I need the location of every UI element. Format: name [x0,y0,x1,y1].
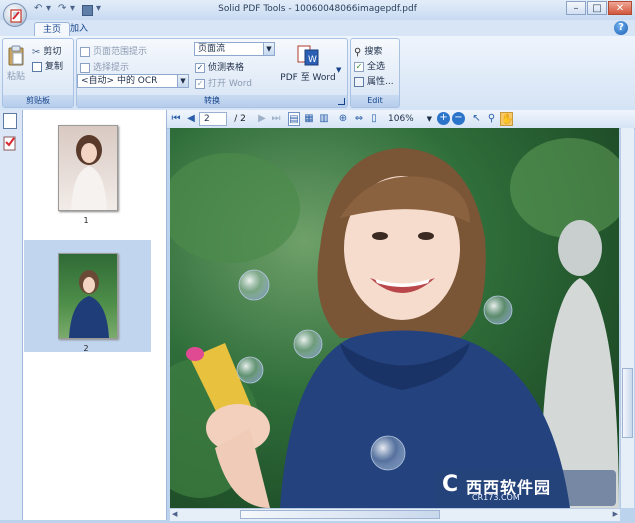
app-menu-button[interactable] [3,3,27,27]
copy-button[interactable]: 复制 [32,59,63,72]
thumbnail-photo [69,270,109,338]
chevron-down-icon: ▼ [263,43,274,55]
checkbox-box [80,46,90,57]
select-all-label: 全选 [367,62,386,72]
single-page-view-icon[interactable]: ▤ [288,112,300,126]
detect-tables-label: 侦测表格 [208,63,245,73]
search-label: 搜索 [364,47,383,57]
selection-checkbox[interactable]: 选择提示 [80,60,129,73]
fit-width-icon[interactable]: ⇔ [352,112,366,126]
watermark-logo-icon: C [442,472,459,497]
page-thumbnail-2[interactable] [58,253,118,339]
help-button[interactable]: ? [614,21,628,35]
watermark: C 西西软件园 CR173.COM [436,470,616,506]
properties-icon [354,76,364,87]
page-total: / 2 [234,114,246,124]
open-word-label: 打开 Word [208,79,252,89]
checkbox-box [80,62,90,73]
search-button[interactable]: ⚲ 搜索 [354,44,383,58]
chevron-down-icon: ▼ [177,75,188,87]
minimize-button[interactable]: – [566,1,586,15]
app-logo-icon [10,9,22,23]
zoom-out-icon[interactable]: − [452,112,465,125]
zoom-select[interactable]: 106% ▼ [383,112,435,126]
scroll-left-icon[interactable]: ◀ [172,510,177,518]
maximize-button[interactable]: □ [587,1,607,15]
properties-button[interactable]: 属性... [354,74,394,87]
window-title: Solid PDF Tools - 10060048066imagepdf.pd… [218,4,417,14]
thumbnail-label-2: 2 [83,344,89,353]
pages-panel-icon[interactable] [3,113,17,129]
checkmark-icon: ✓ [195,62,205,73]
zoom-tool-icon[interactable]: ⚲ [485,112,498,126]
group-label: 转换 [77,95,347,107]
scroll-thumb[interactable] [622,368,633,438]
binoculars-icon: ⚲ [354,46,362,58]
document-page[interactable] [170,128,619,508]
vertical-scrollbar[interactable] [620,128,634,508]
first-page-icon[interactable]: ⏮ [170,112,182,126]
tab-addins[interactable]: 加入 [62,22,96,36]
select-tool-icon[interactable]: ↖ [470,112,483,126]
facing-view-icon[interactable]: ▥ [318,112,330,126]
horizontal-scrollbar[interactable]: ◀ ▶ [170,508,620,521]
properties-label: 属性... [367,77,394,87]
pdf-to-word-dropdown-icon[interactable]: ▼ [336,66,341,74]
copy-icon [32,61,42,72]
select-all-button[interactable]: ✓ 全选 [354,59,385,72]
page-range-label: 页面范围提示 [93,47,148,57]
page-number-input[interactable]: 2 [199,112,227,126]
layout-select-value: 页面流 [198,44,226,54]
paste-label: 粘贴 [6,72,25,82]
ocr-select-value: <自动> 中的 OCR [81,76,158,86]
select-all-icon: ✓ [354,61,364,72]
layout-select[interactable]: 页面流 ▼ [194,42,275,56]
last-page-icon[interactable]: ⏭ [270,112,282,126]
cut-label: 剪切 [43,47,62,57]
watermark-site: CR173.COM [472,493,520,502]
chevron-down-icon: ▼ [426,115,432,123]
scissors-icon: ✂ [32,46,41,58]
ocr-select[interactable]: <自动> 中的 OCR ▼ [77,74,189,88]
selection-label: 选择提示 [93,63,130,73]
pdf-to-word-label: PDF 至 Word [280,73,336,83]
side-tool-strip [0,110,23,520]
svg-text:W: W [308,55,317,65]
actual-size-icon[interactable]: ▯ [368,112,380,126]
group-label: 剪贴板 [3,95,73,107]
continuous-view-icon[interactable]: ▦ [303,112,315,126]
page-photo [170,128,619,508]
next-page-icon[interactable]: ▶ [256,112,268,126]
page-thumbnail-1[interactable] [58,125,118,211]
previous-page-icon[interactable]: ◀ [185,112,197,126]
zoom-in-icon[interactable]: + [437,112,450,125]
detect-tables-checkbox[interactable]: ✓ 侦测表格 [195,60,244,73]
zoom-value: 106% [388,114,414,124]
scroll-thumb[interactable] [240,510,440,519]
fit-page-icon[interactable]: ⊕ [336,112,350,126]
checklist-panel-icon[interactable] [3,135,17,151]
thumbnail-label-1: 1 [83,216,89,225]
group-label: Edit [351,95,399,107]
close-button[interactable]: ✕ [608,1,632,15]
checkmark-icon: ✓ [195,78,205,89]
paste-button[interactable]: 粘贴 [5,44,27,92]
page-range-checkbox[interactable]: 页面范围提示 [80,44,147,57]
hand-tool-icon[interactable]: ✋ [500,112,513,126]
paste-icon [8,45,24,66]
open-word-checkbox[interactable]: ✓ 打开 Word [195,76,252,89]
scroll-right-icon[interactable]: ▶ [613,510,618,518]
thumbnail-photo [71,135,107,210]
pdf-to-word-icon: W [297,45,319,66]
cut-button[interactable]: ✂ 剪切 [32,44,62,58]
dialog-launcher-icon[interactable] [338,98,345,105]
pdf-to-word-button[interactable]: W PDF 至 Word [280,44,336,84]
copy-label: 复制 [45,62,64,72]
